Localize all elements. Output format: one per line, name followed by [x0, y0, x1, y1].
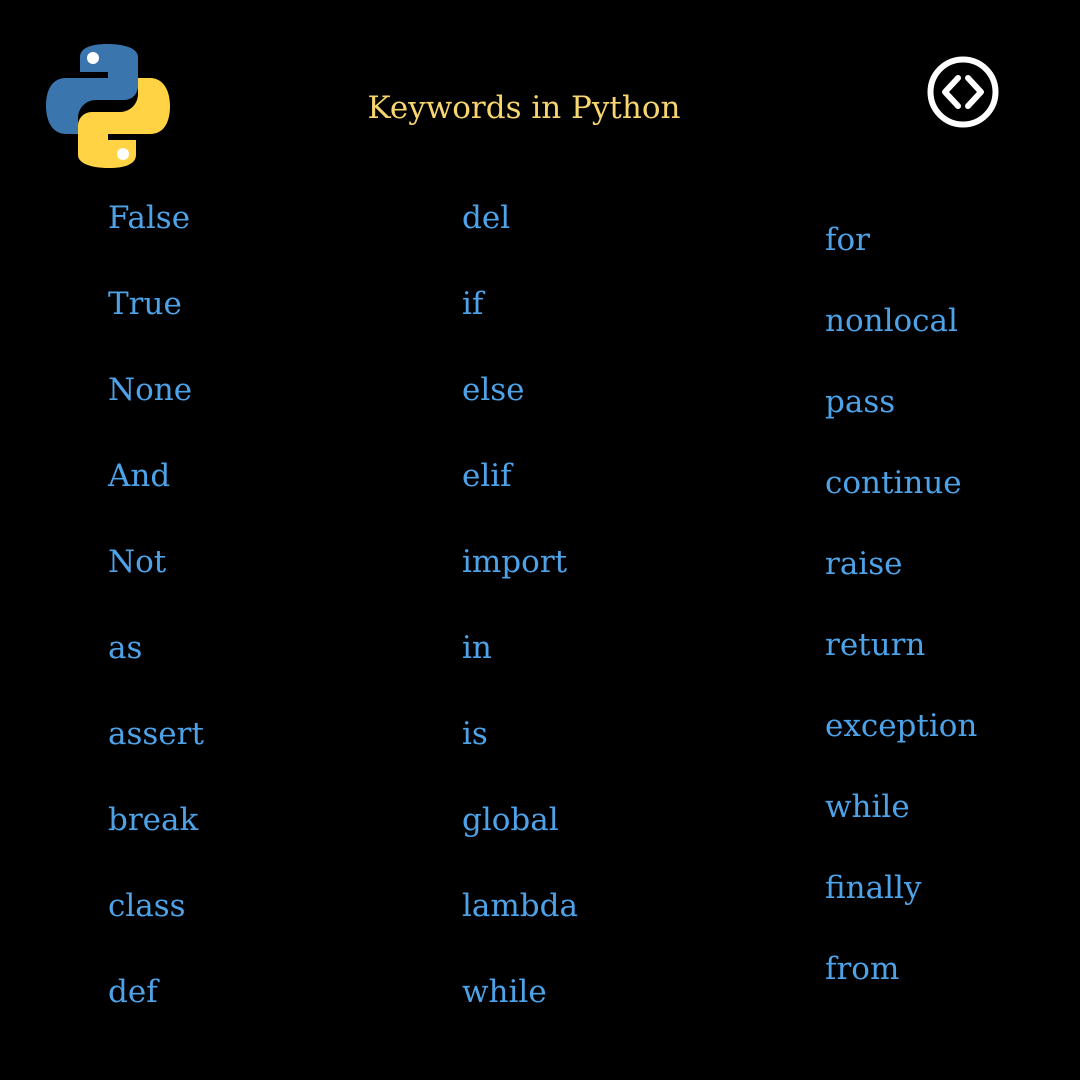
- keywords-poster: Keywords in Python False True None And N…: [0, 0, 1080, 1080]
- keyword-item: from: [825, 951, 900, 987]
- keyword-item: while: [825, 789, 910, 825]
- keyword-item: continue: [825, 465, 962, 501]
- keyword-item: And: [108, 458, 171, 494]
- keyword-column-3: for nonlocal pass continue raise return …: [825, 220, 977, 1030]
- keyword-item: in: [462, 630, 492, 666]
- keyword-item: global: [462, 802, 559, 838]
- keyword-item: if: [462, 286, 484, 322]
- keyword-item: is: [462, 716, 488, 752]
- keyword-column-1: False True None And Not as assert break …: [108, 198, 204, 1058]
- keyword-item: def: [108, 974, 158, 1010]
- keyword-item: for: [825, 222, 870, 258]
- keyword-item: None: [108, 372, 193, 408]
- keyword-item: Not: [108, 544, 167, 580]
- page-title: Keywords in Python: [367, 90, 681, 126]
- keyword-item: assert: [108, 716, 204, 752]
- keyword-item: return: [825, 627, 926, 663]
- keyword-item: nonlocal: [825, 303, 958, 339]
- keyword-item: lambda: [462, 888, 578, 924]
- keyword-item: finally: [825, 870, 922, 906]
- keyword-item: del: [462, 200, 511, 236]
- keyword-item: exception: [825, 708, 978, 744]
- code-brackets-icon: [927, 56, 999, 128]
- keyword-item: break: [108, 802, 199, 838]
- keyword-item: while: [462, 974, 547, 1010]
- keyword-column-2: del if else elif import in is global lam…: [462, 198, 578, 1058]
- keyword-item: else: [462, 372, 525, 408]
- keyword-item: import: [462, 544, 568, 580]
- keyword-item: as: [108, 630, 143, 666]
- keyword-item: True: [108, 286, 182, 322]
- keyword-item: False: [108, 200, 191, 236]
- keyword-item: elif: [462, 458, 512, 494]
- keyword-item: pass: [825, 384, 896, 420]
- keyword-item: raise: [825, 546, 903, 582]
- keyword-item: class: [108, 888, 186, 924]
